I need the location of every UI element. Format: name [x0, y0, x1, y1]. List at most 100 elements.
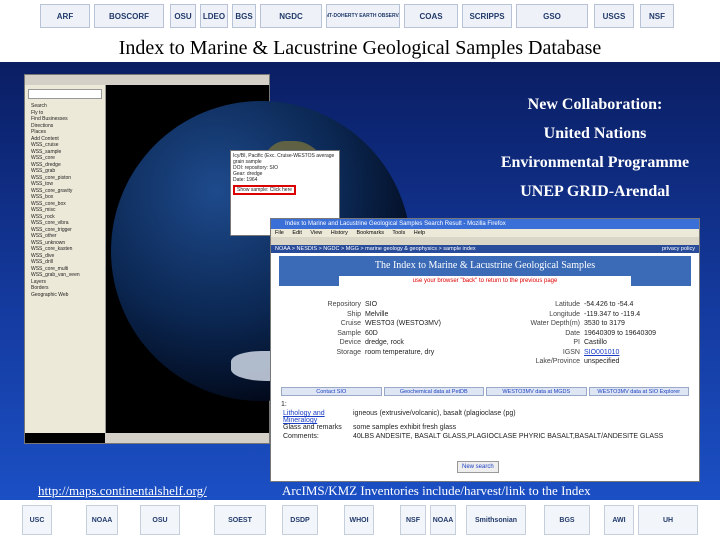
field-label: Repository — [327, 301, 361, 308]
menu-item[interactable]: Tools — [392, 230, 405, 236]
google-earth-window[interactable]: Search Fly to Find Businesses Directions… — [24, 74, 411, 444]
description-row: Comments: 40LBS ANDESITE, BASALT GLASS,P… — [281, 433, 691, 442]
continental-shelf-link[interactable]: http://maps.continentalshelf.org/ — [38, 483, 207, 499]
logo-osu: OSU — [170, 4, 196, 28]
arcims-caption: ArcIMS/KMZ Inventories include/harvest/l… — [282, 483, 591, 498]
field-value: -54.426 to -54.4 — [584, 301, 634, 308]
sidebar-row[interactable]: Geographic Web — [25, 292, 105, 299]
description-label-link[interactable]: Lithology and Mineralogy — [281, 410, 353, 424]
logo-usgs: USGS — [594, 4, 634, 28]
footer-logo-strip: USC NOAA OSU SOEST DSDP WHOI NSF NOAA Sm… — [0, 500, 720, 540]
logo-awi: AWI — [604, 505, 634, 535]
field-row: Repository SIO Latitude -54.426 to -54.4 — [281, 301, 691, 311]
logo-noaa: NOAA — [86, 505, 118, 535]
tab-petdb[interactable]: Geochemical data at PetDB — [383, 387, 484, 396]
page-title: Index to Marine & Lacustrine Geological … — [118, 37, 602, 59]
field-row: Sample 60D Date 19640309 to 19640309 — [281, 330, 691, 340]
field-label: IGSN — [562, 348, 580, 356]
field-value: WESTO3 (WESTO3MV) — [365, 320, 441, 327]
menu-item[interactable]: History — [331, 230, 348, 236]
firefox-title-bar: Index to Marine and Lacustrine Geologica… — [271, 219, 699, 229]
sample-description: 1: Lithology and Mineralogy igneous (ext… — [281, 401, 691, 442]
new-search-button[interactable]: New search — [457, 461, 499, 473]
field-label: Device — [339, 339, 361, 346]
breadcrumb-path[interactable]: NOAA > NESDIS > NGDC > MGG > marine geol… — [275, 246, 476, 252]
menu-item[interactable]: Edit — [292, 230, 301, 236]
field-row: Storage room temperature, dry IGSN SIO00… — [281, 349, 691, 359]
data-links-tabs[interactable]: Contact SIO Geochemical data at PetDB WE… — [281, 387, 691, 396]
field-row: Device dredge, rock PI Castillo — [281, 339, 691, 349]
field-label: Date — [565, 329, 580, 337]
google-earth-statusbar — [105, 433, 269, 443]
field-value: 19640309 to 19640309 — [584, 329, 657, 337]
section-header-row: 1: — [281, 401, 691, 410]
logo-boscorf: BOSCORF — [94, 4, 164, 28]
logo-uh: UH — [638, 505, 698, 535]
popup-highlight-link[interactable]: Show sample: Click here — [233, 185, 297, 195]
field-label: PI — [573, 339, 580, 346]
field-label: Storage — [336, 348, 361, 356]
description-value: some samples exhibit fresh glass — [353, 424, 457, 431]
field-row: Ship Melville Longitude -119.347 to -119… — [281, 311, 691, 321]
google-earth-toolbar[interactable] — [25, 75, 269, 85]
logo-dsdp: DSDP — [282, 505, 318, 535]
logo-smithsonian: Smithsonian — [466, 505, 526, 535]
logo-lamont: LAMONT-DOHERTY EARTH OBSERVATORY — [326, 4, 400, 28]
field-value: -119.347 to -119.4 — [584, 310, 641, 318]
logo-gso: GSO — [516, 4, 588, 28]
field-label: Longitude — [549, 310, 580, 318]
sample-fields: Repository SIO Latitude -54.426 to -54.4… — [281, 301, 691, 368]
banner-subtitle: use your browser "back" to return to the… — [339, 276, 631, 286]
field-value: 3530 to 3179 — [584, 320, 625, 327]
logo-nsf-footer: NSF — [400, 505, 426, 535]
menu-item[interactable]: Help — [414, 230, 425, 236]
logo-whoi: WHOI — [344, 505, 374, 535]
menu-item[interactable]: File — [275, 230, 284, 236]
tab-sio-explorer[interactable]: WESTO3MV data at SIO Explorer — [588, 387, 689, 396]
site-banner: The Index to Marine & Lacustrine Geologi… — [279, 256, 691, 286]
logo-coas: COAS — [404, 4, 458, 28]
firefox-window[interactable]: Index to Marine and Lacustrine Geologica… — [270, 218, 700, 482]
menu-item[interactable]: View — [310, 230, 322, 236]
firefox-menu[interactable]: File Edit View History Bookmarks Tools H… — [271, 229, 699, 237]
collaboration-line: New Collaboration: — [527, 96, 663, 113]
igsn-link[interactable]: SIO001010 — [584, 349, 684, 359]
tab-contact-sio[interactable]: Contact SIO — [281, 387, 382, 396]
logo-arf: ARF — [40, 4, 90, 28]
firefox-nav-toolbar[interactable] — [271, 237, 699, 245]
logo-bgs-footer: BGS — [544, 505, 590, 535]
collaboration-text: New Collaboration: United Nations Enviro… — [470, 90, 720, 206]
field-label: Water Depth(m) — [530, 320, 580, 327]
field-value: Melville — [365, 310, 389, 318]
logo-usc: USC — [22, 505, 52, 535]
description-row: Lithology and Mineralogy igneous (extrus… — [281, 410, 691, 424]
field-label: Cruise — [340, 320, 361, 327]
menu-item[interactable]: Bookmarks — [356, 230, 384, 236]
section-header: 1: — [281, 401, 287, 408]
description-row: Glass and remarks some samples exhibit f… — [281, 424, 691, 433]
field-label: Latitude — [555, 301, 580, 308]
field-row: Cruise WESTO3 (WESTO3MV) Water Depth(m) … — [281, 320, 691, 330]
popup-line: Icy/BI, Pacific (Exc. Cruise-WESTOS aver… — [233, 153, 335, 165]
field-label — [281, 358, 365, 368]
popup-line: Date: 1964 — [233, 177, 258, 183]
field-row: Lake/Province unspecified — [281, 358, 691, 368]
field-value — [365, 358, 485, 368]
field-value: Castillo — [584, 339, 607, 346]
description-label: Glass and remarks — [283, 424, 342, 431]
logo-scripps: SCRIPPS — [462, 4, 512, 28]
tab-mgds[interactable]: WESTO3MV data at MGDS — [486, 387, 587, 396]
field-value: SIO — [365, 301, 378, 308]
field-value: room temperature, dry — [365, 348, 435, 356]
description-value: 40LBS ANDESITE, BASALT GLASS,PLAGIOCLASE… — [353, 433, 664, 440]
google-earth-search-input[interactable] — [28, 89, 102, 99]
privacy-policy-link[interactable]: privacy policy — [662, 245, 699, 253]
field-label: Lake/Province — [535, 358, 580, 365]
description-value: igneous (extrusive/volcanic), basalt (pl… — [353, 410, 516, 417]
field-value: dredge, rock — [365, 339, 404, 346]
google-earth-sidebar[interactable]: Search Fly to Find Businesses Directions… — [25, 85, 106, 433]
logo-ldeo: LDEO — [200, 4, 228, 28]
banner-title: The Index to Marine & Lacustrine Geologi… — [374, 260, 596, 271]
logo-soest: SOEST — [214, 505, 266, 535]
breadcrumb[interactable]: NOAA > NESDIS > NGDC > MGG > marine geol… — [271, 245, 699, 253]
